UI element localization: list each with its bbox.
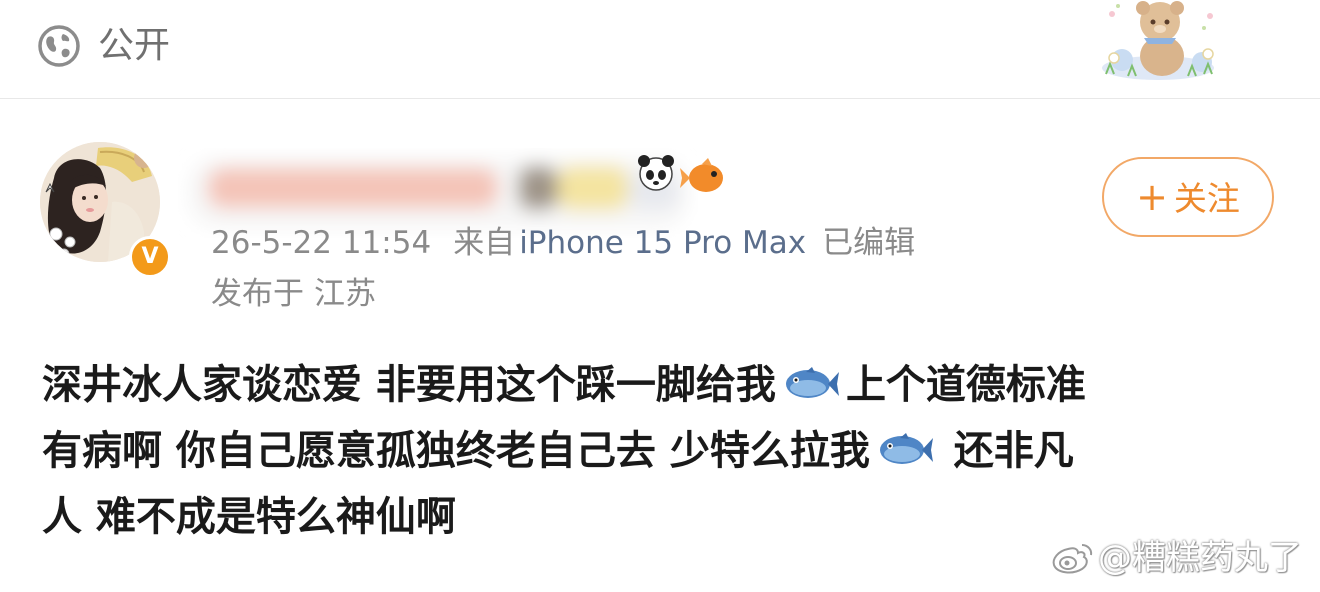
visibility-label: 公开 bbox=[98, 25, 171, 66]
visibility-header: 公开 bbox=[0, 0, 1320, 98]
content-line: 深井冰人家谈恋爱 非要用这个踩一脚给我 上个道德标准 bbox=[42, 352, 1292, 418]
device-name[interactable]: iPhone 15 Pro Max bbox=[519, 225, 806, 261]
watermark-text: @糟糕药丸了 bbox=[1098, 538, 1302, 578]
plus-icon: + bbox=[1136, 175, 1168, 219]
follow-label: 关注 bbox=[1173, 179, 1240, 218]
watermark: @糟糕药丸了 bbox=[1050, 538, 1302, 578]
content-text: 还非凡 bbox=[939, 428, 1074, 474]
content-text: 深井冰人家谈恋爱 非要用这个踩一脚给我 bbox=[42, 362, 776, 408]
edited-label[interactable]: 已编辑 bbox=[822, 225, 915, 261]
user-badges bbox=[638, 155, 723, 192]
globe-icon bbox=[38, 25, 80, 67]
post-content: 深井冰人家谈恋爱 非要用这个踩一脚给我 上个道德标准 有病啊 你自己愿意孤独终老自… bbox=[42, 352, 1292, 550]
header-divider bbox=[0, 98, 1320, 99]
goldfish-icon bbox=[680, 158, 723, 192]
post-time: 26-5-22 11:54 bbox=[211, 225, 432, 261]
panda-icon bbox=[638, 155, 674, 191]
post-location: 发布于 江苏 bbox=[211, 272, 376, 316]
content-line: 有病啊 你自己愿意孤独终老自己去 少特么拉我 还非凡 bbox=[42, 418, 1292, 484]
fish-emoji-icon bbox=[785, 367, 839, 398]
content-text: 有病啊 你自己愿意孤独终老自己去 少特么拉我 bbox=[42, 428, 870, 474]
verified-badge: V bbox=[129, 236, 171, 278]
follow-button[interactable]: + 关注 bbox=[1102, 157, 1274, 237]
content-text: 上个道德标准 bbox=[845, 362, 1086, 408]
post-meta: 26-5-22 11:54 来自 iPhone 15 Pro Max 已编辑 bbox=[211, 221, 915, 265]
location-prefix: 发布于 bbox=[211, 276, 304, 312]
source-prefix: 来自 bbox=[453, 225, 516, 261]
location-name: 江苏 bbox=[314, 276, 376, 312]
fish-emoji-icon bbox=[879, 433, 933, 464]
weibo-logo-icon bbox=[1052, 544, 1093, 574]
bear-sticker bbox=[1102, 1, 1214, 80]
